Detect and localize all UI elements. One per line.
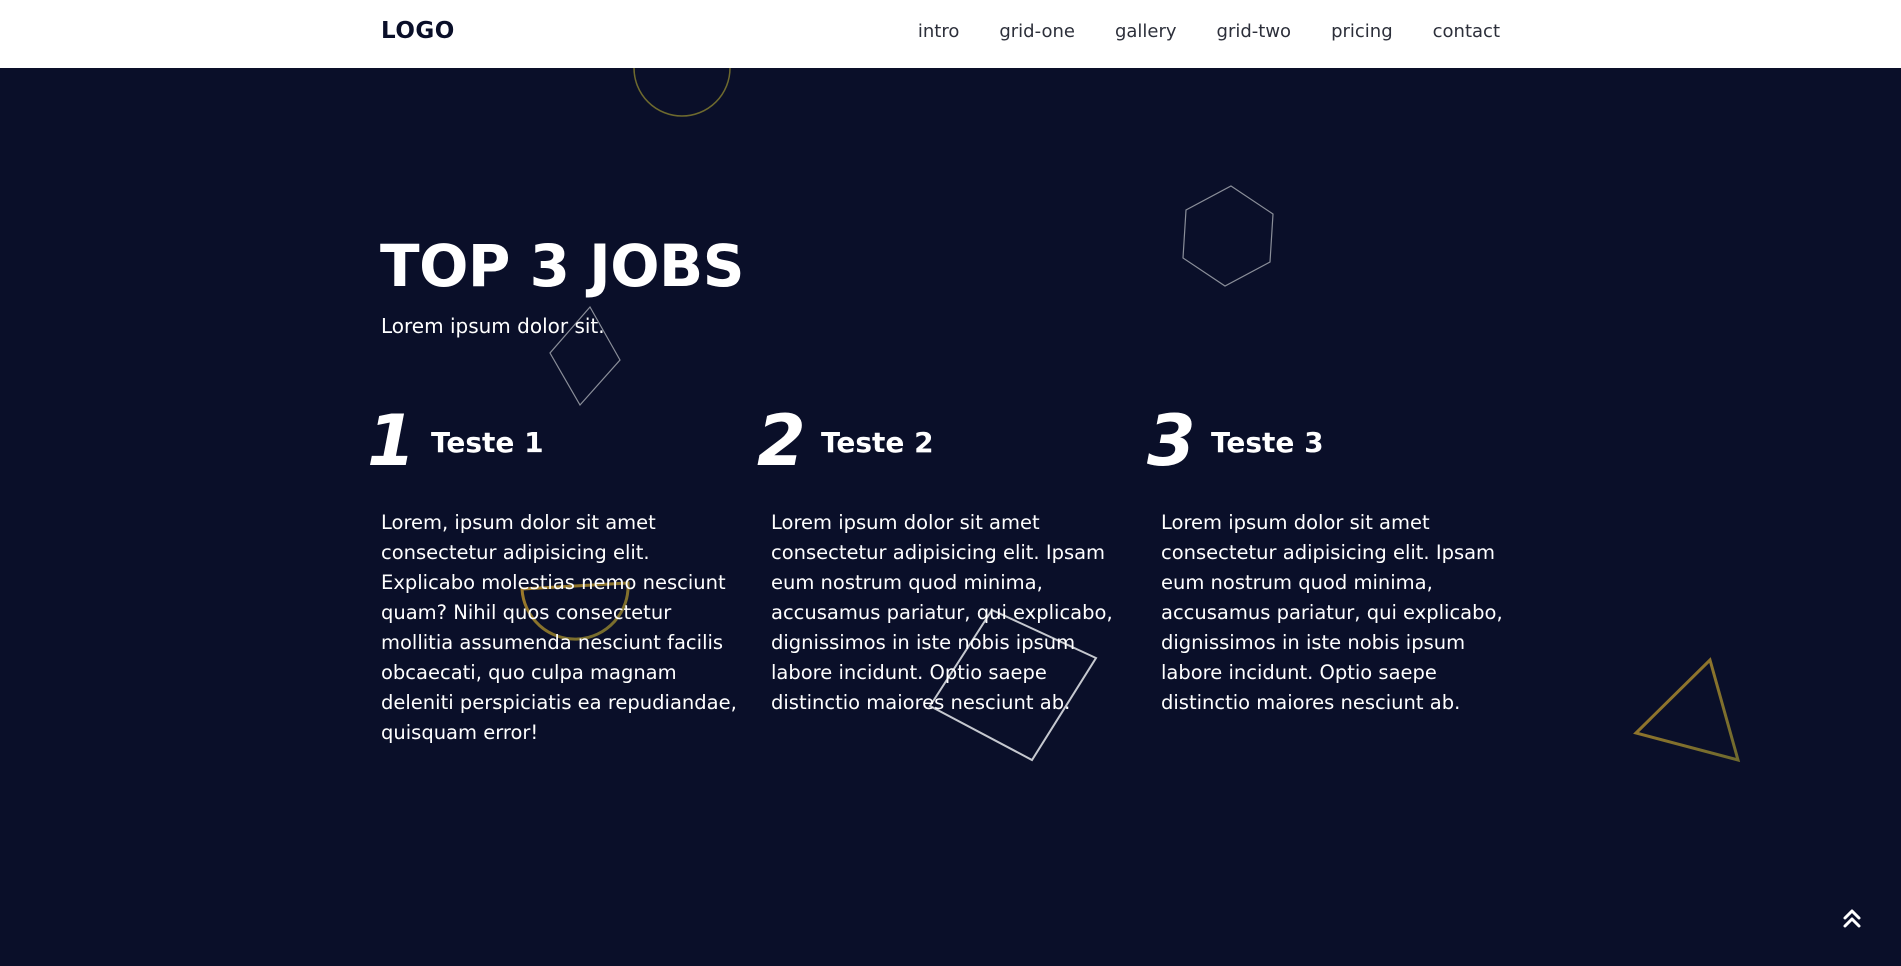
job-header: 1 Teste 1: [367, 406, 741, 480]
nav-link-gallery[interactable]: gallery: [1115, 21, 1177, 42]
double-chevron-up-icon: [1843, 909, 1861, 928]
job-title: Teste 2: [821, 426, 934, 459]
main-nav: intro grid-one gallery grid-two pricing …: [878, 21, 1500, 42]
section-title: TOP 3 JOBS: [380, 232, 745, 300]
job-header: 2 Teste 2: [757, 406, 1131, 480]
job-number: 2: [757, 400, 806, 482]
nav-link-grid-two[interactable]: grid-two: [1217, 21, 1292, 42]
section-subtitle: Lorem ipsum dolor sit.: [381, 314, 605, 338]
job-number: 1: [367, 400, 416, 482]
job-title: Teste 3: [1211, 426, 1324, 459]
nav-link-intro[interactable]: intro: [918, 21, 959, 42]
job-number: 3: [1147, 400, 1196, 482]
logo[interactable]: LOGO: [381, 18, 455, 44]
job-description: Lorem ipsum dolor sit amet consectetur a…: [1161, 511, 1503, 714]
job-description: Lorem, ipsum dolor sit amet consectetur …: [381, 511, 737, 744]
job-card-3: 3 Teste 3 Lorem ipsum dolor sit amet con…: [1147, 406, 1521, 718]
site-header: LOGO intro grid-one gallery grid-two pri…: [0, 0, 1901, 68]
scroll-to-top-button[interactable]: [1840, 906, 1864, 930]
nav-link-grid-one[interactable]: grid-one: [999, 21, 1075, 42]
job-header: 3 Teste 3: [1147, 406, 1521, 480]
nav-link-pricing[interactable]: pricing: [1331, 21, 1393, 42]
job-title: Teste 1: [431, 426, 544, 459]
nav-link-contact[interactable]: contact: [1433, 21, 1500, 42]
job-description: Lorem ipsum dolor sit amet consectetur a…: [771, 511, 1113, 714]
job-card-2: 2 Teste 2 Lorem ipsum dolor sit amet con…: [757, 406, 1131, 718]
job-card-1: 1 Teste 1 Lorem, ipsum dolor sit amet co…: [367, 406, 741, 748]
